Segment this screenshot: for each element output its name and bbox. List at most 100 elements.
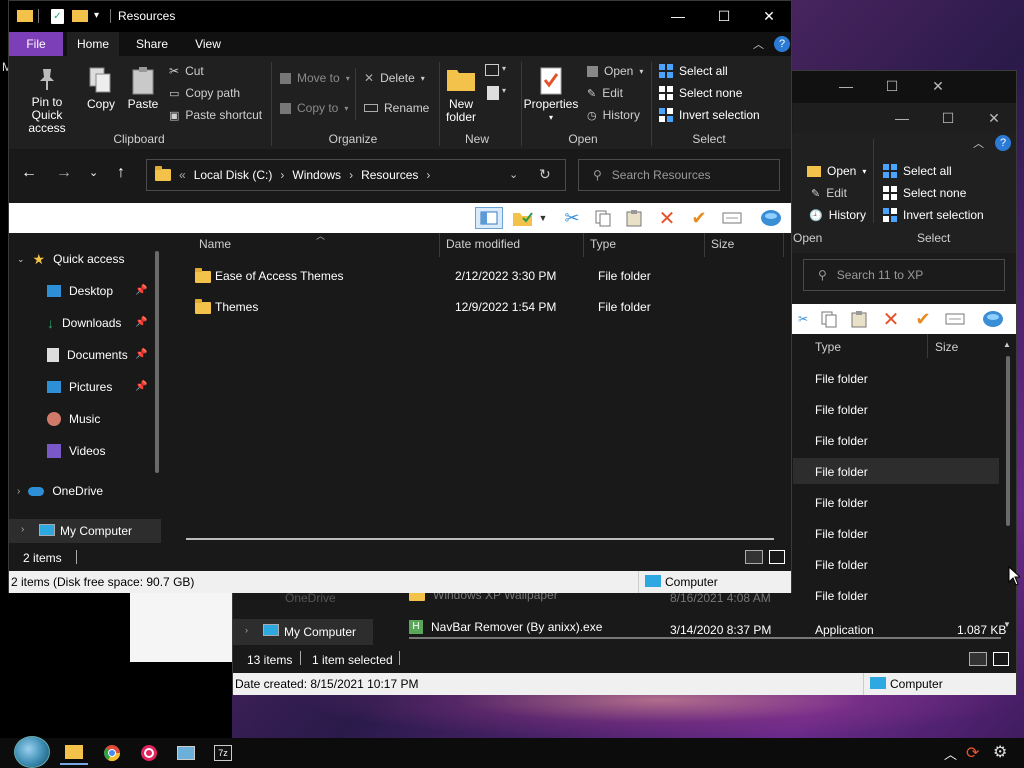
- nav-music[interactable]: Music: [47, 407, 100, 431]
- open-button[interactable]: Open ▾: [587, 61, 643, 81]
- back-help-icon[interactable]: ?: [995, 135, 1011, 151]
- column-header-name[interactable]: Name: [199, 237, 231, 251]
- explorer-window-resources[interactable]: ✓ ▾ Resources — ☐ ✕ File Home Share View…: [8, 0, 792, 593]
- back-arrow-icon[interactable]: ←: [21, 164, 37, 182]
- paste-shortcut-button[interactable]: ▣ Paste shortcut: [169, 105, 262, 125]
- refresh-icon[interactable]: ↻: [539, 166, 551, 183]
- select-none-button[interactable]: Select none: [659, 83, 742, 103]
- easy-access-icon[interactable]: [487, 86, 499, 100]
- nav-videos[interactable]: Videos: [47, 439, 105, 463]
- pin-icon[interactable]: 📌: [135, 285, 147, 296]
- copy-icon[interactable]: [591, 207, 615, 229]
- properties-button[interactable]: Properties ▾: [523, 66, 579, 124]
- back-search-input[interactable]: ⚲ Search 11 to XP: [803, 259, 1005, 291]
- delete-button[interactable]: ✕ Delete ▾: [364, 68, 425, 88]
- folder-options-icon[interactable]: [511, 207, 535, 229]
- chevron-down-icon[interactable]: ▾: [502, 86, 506, 95]
- nav-my-computer[interactable]: › My Computer: [9, 519, 161, 543]
- column-header-size[interactable]: Size: [711, 237, 734, 251]
- check-icon[interactable]: ✔: [911, 308, 935, 330]
- nav-pictures[interactable]: Pictures: [47, 375, 112, 399]
- delete-icon[interactable]: ✕: [655, 207, 679, 230]
- address-overflow[interactable]: «: [179, 168, 186, 182]
- back-nav-my-computer[interactable]: › My Computer: [233, 619, 373, 645]
- history-button[interactable]: ◷ History: [587, 105, 640, 125]
- cut-icon[interactable]: ✂: [560, 207, 584, 229]
- copy-to-button[interactable]: Copy to ▾: [280, 98, 348, 118]
- recent-locations-icon[interactable]: ⌄: [89, 166, 98, 179]
- ribbon-collapse-icon[interactable]: ︿: [753, 36, 764, 52]
- back-col-type[interactable]: Type: [815, 340, 841, 354]
- back-col-size[interactable]: Size: [935, 340, 958, 354]
- move-to-button[interactable]: Move to ▾: [280, 68, 350, 88]
- back-ribbon-collapse-icon[interactable]: ︿: [973, 135, 984, 151]
- back-row-navbar[interactable]: H NavBar Remover (By anixx).exe: [409, 620, 602, 634]
- app-taskbar-icon[interactable]: [135, 741, 163, 765]
- paste-button[interactable]: Paste: [127, 66, 159, 111]
- qat-dropdown-icon[interactable]: ▾: [94, 10, 99, 21]
- breadcrumb-windows[interactable]: Windows: [292, 168, 341, 182]
- select-all-button[interactable]: Select all: [659, 61, 728, 81]
- properties-icon[interactable]: [720, 207, 744, 229]
- address-dropdown-icon[interactable]: ⌄: [509, 168, 518, 181]
- file-explorer-taskbar-icon[interactable]: [60, 741, 88, 765]
- breadcrumb-local-disk[interactable]: Local Disk (C:): [194, 168, 273, 182]
- back2-maximize-button[interactable]: ☐: [925, 103, 971, 133]
- edit-button[interactable]: ✎ Edit: [587, 83, 623, 103]
- back2-close-button[interactable]: ✕: [971, 103, 1017, 133]
- back-select-all-button[interactable]: Select all: [883, 161, 952, 181]
- chevron-down-icon[interactable]: ▾: [502, 64, 506, 73]
- invert-selection-button[interactable]: Invert selection: [659, 105, 760, 125]
- details-view-icon[interactable]: [745, 550, 763, 564]
- back-close-button[interactable]: ✕: [915, 71, 961, 101]
- help-icon[interactable]: ?: [774, 36, 790, 52]
- back2-minimize-button[interactable]: —: [879, 103, 925, 133]
- nav-downloads[interactable]: ↓ Downloads: [47, 311, 121, 335]
- tab-file[interactable]: File: [9, 32, 63, 56]
- column-header-type[interactable]: Type: [590, 237, 616, 251]
- chrome-taskbar-icon[interactable]: [98, 741, 126, 765]
- address-bar[interactable]: « Local Disk (C:) › Windows › Resources › ⌄…: [146, 159, 566, 191]
- file-list[interactable]: ︿ Name Date modified Type Size Ease of A…: [166, 231, 791, 543]
- back-nav-onedrive-partial[interactable]: OneDrive: [285, 591, 336, 605]
- large-icons-view-icon[interactable]: [769, 550, 785, 564]
- properties-icon[interactable]: [943, 308, 967, 330]
- pin-icon[interactable]: 📌: [135, 349, 147, 360]
- back-scrollbar-thumb[interactable]: [1006, 356, 1010, 526]
- pin-icon[interactable]: 📌: [135, 317, 147, 328]
- tray-overflow-icon[interactable]: ︿: [944, 744, 957, 763]
- title-bar[interactable]: ✓ ▾ Resources — ☐ ✕: [9, 1, 791, 32]
- chevron-down-icon[interactable]: ▼: [537, 207, 549, 229]
- properties-qat-icon[interactable]: ✓: [51, 9, 64, 24]
- scroll-up-icon[interactable]: ▲: [1003, 340, 1011, 349]
- copy-button[interactable]: Copy: [85, 66, 117, 111]
- nav-scrollbar-thumb[interactable]: [155, 251, 159, 473]
- copy-path-button[interactable]: ▭ Copy path: [169, 83, 240, 103]
- table-row[interactable]: Themes 12/9/2022 1:54 PM File folder: [186, 296, 776, 320]
- column-header-date[interactable]: Date modified: [446, 237, 520, 251]
- details-view-icon[interactable]: [969, 652, 987, 666]
- nav-documents[interactable]: Documents: [47, 343, 128, 367]
- sync-icon[interactable]: ⟳: [966, 743, 979, 763]
- back-maximize-button[interactable]: ☐: [869, 71, 915, 101]
- forward-arrow-icon[interactable]: →: [56, 164, 72, 182]
- back-invert-selection-button[interactable]: Invert selection: [883, 205, 984, 225]
- nav-quick-access[interactable]: ⌄ ★ Quick access: [17, 247, 124, 271]
- nav-onedrive[interactable]: › OneDrive: [17, 479, 103, 503]
- back-select-none-button[interactable]: Select none: [883, 183, 966, 203]
- check-icon[interactable]: ✔: [687, 207, 711, 229]
- preview-pane-icon[interactable]: [475, 207, 503, 229]
- cut-icon[interactable]: ✂: [791, 308, 815, 330]
- globe-icon[interactable]: [981, 308, 1005, 330]
- search-input[interactable]: ⚲ Search Resources: [578, 159, 780, 191]
- nav-desktop[interactable]: Desktop: [47, 279, 113, 303]
- back-edit-button[interactable]: ✎ Edit: [811, 183, 847, 203]
- new-folder-qat-icon[interactable]: [72, 10, 88, 22]
- table-row[interactable]: Ease of Access Themes 2/12/2022 3:30 PM …: [186, 265, 776, 289]
- back-history-button[interactable]: 🕘 History: [809, 205, 866, 225]
- large-icons-view-icon[interactable]: [993, 652, 1009, 666]
- rename-button[interactable]: Rename: [364, 98, 429, 118]
- pin-icon[interactable]: 📌: [135, 381, 147, 392]
- new-folder-button[interactable]: New folder: [441, 66, 481, 124]
- pin-to-quick-access-button[interactable]: Pin to Quick access: [15, 66, 79, 135]
